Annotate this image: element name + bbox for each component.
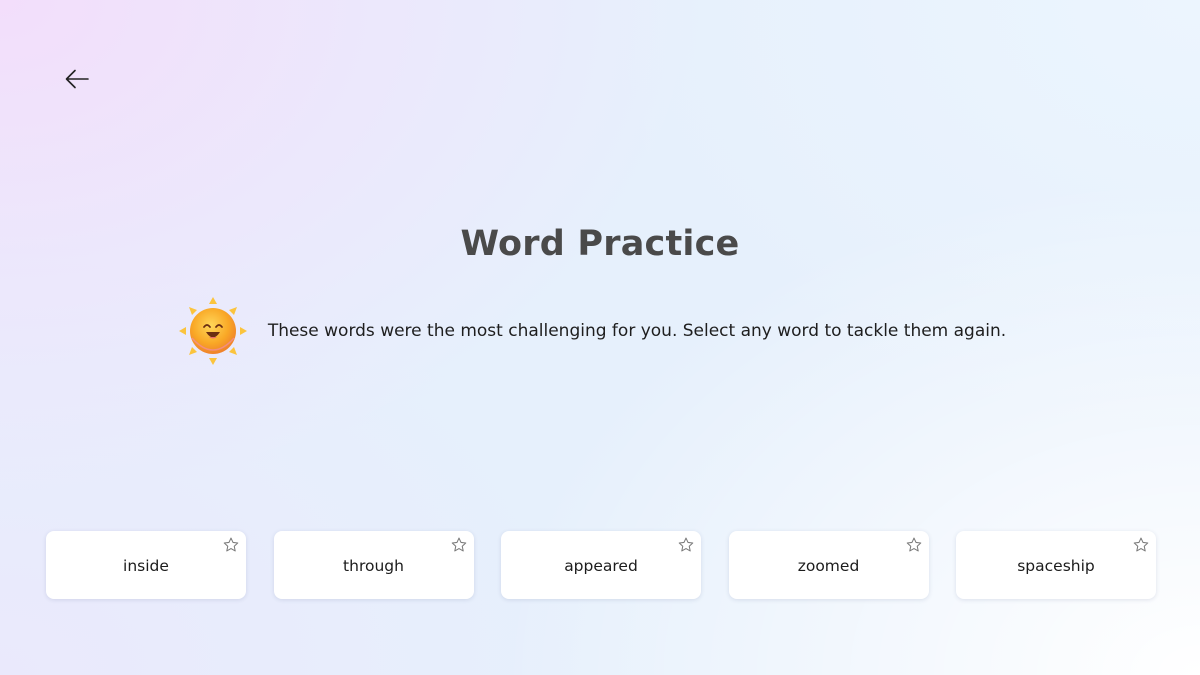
word-card[interactable]: appeared (501, 531, 701, 599)
star-outline-icon[interactable] (677, 536, 695, 554)
word-label: zoomed (797, 557, 860, 575)
star-outline-icon[interactable] (1132, 536, 1150, 554)
star-outline-icon[interactable] (450, 536, 468, 554)
word-label: through (343, 557, 404, 575)
word-card[interactable]: zoomed (728, 531, 929, 599)
arrow-left-icon (65, 69, 89, 89)
smiling-sun-icon (178, 297, 247, 365)
word-label: appeared (564, 557, 638, 575)
star-outline-icon[interactable] (905, 536, 923, 554)
back-button[interactable] (62, 64, 92, 94)
word-label: spaceship (1017, 557, 1095, 575)
word-card[interactable]: through (273, 531, 474, 599)
page-title: Word Practice (460, 224, 740, 264)
star-outline-icon[interactable] (222, 536, 240, 554)
word-card-list: inside through appeared zoomed spaceship (46, 531, 1156, 599)
word-card[interactable]: spaceship (956, 531, 1156, 599)
word-label: inside (123, 557, 169, 575)
subtitle-text: These words were the most challenging fo… (267, 321, 1007, 341)
intro-row: These words were the most challenging fo… (0, 296, 1200, 366)
word-card[interactable]: inside (46, 531, 246, 599)
